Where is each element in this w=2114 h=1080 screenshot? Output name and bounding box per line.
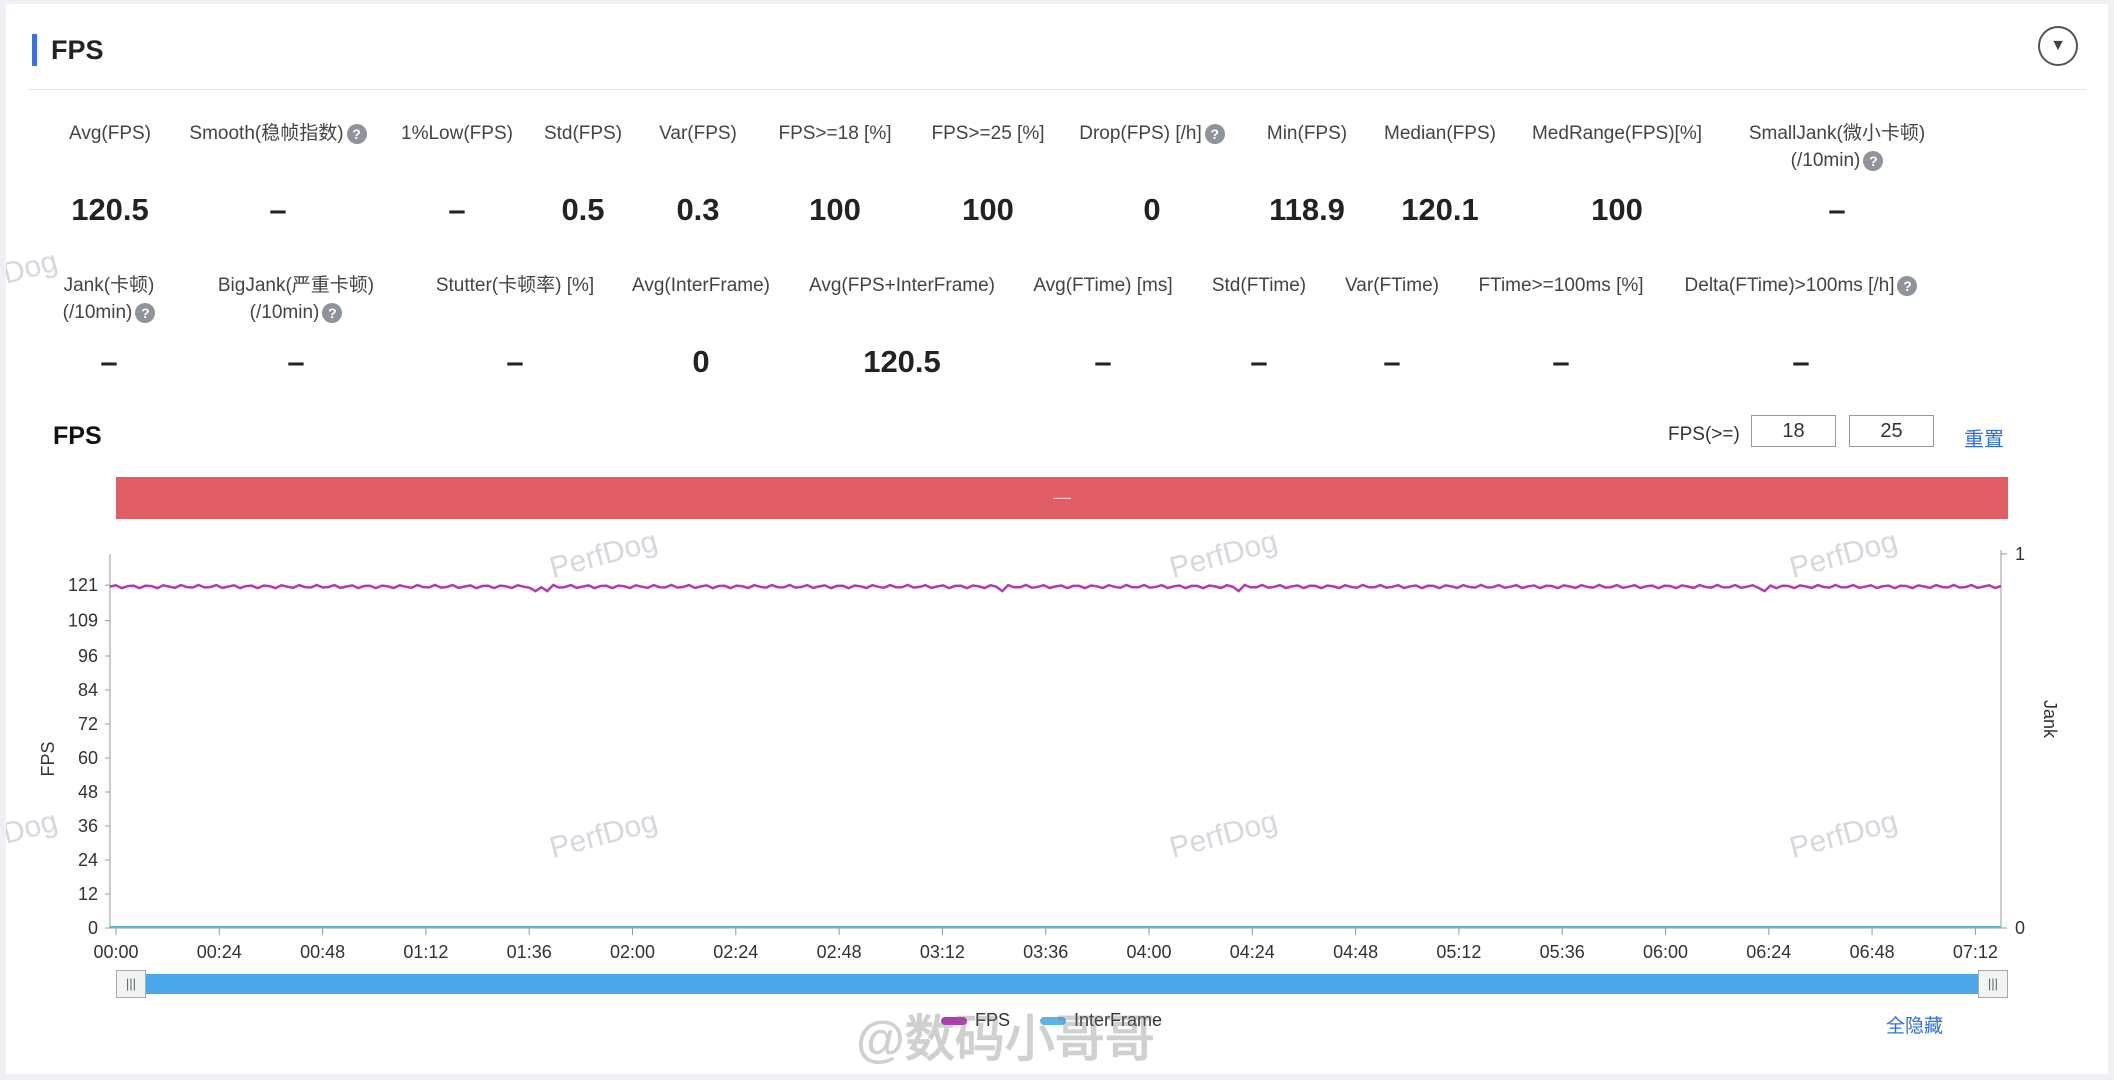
watermark-group: PerfDog PerfDog PerfDog PerfDog PerfDog PerfD… <box>6 245 1901 865</box>
x-tick-label: 03:36 <box>1023 942 1068 962</box>
y-axis-label: FPS <box>38 741 58 776</box>
x-tick-label: 05:36 <box>1540 942 1585 962</box>
x-tick-label: 05:12 <box>1436 942 1481 962</box>
x-tick-label: 01:36 <box>507 942 552 962</box>
y-tick-label: 36 <box>78 816 98 836</box>
watermark-text: PerfDog <box>1786 525 1901 585</box>
x-tick-label: 04:48 <box>1333 942 1378 962</box>
x-tick-label: 06:48 <box>1850 942 1895 962</box>
hide-all-link[interactable]: 全隐藏 <box>1886 1011 1943 1038</box>
fps-chart: PerfDog PerfDog PerfDog PerfDog PerfDog PerfD… <box>6 245 2060 962</box>
x-tick-label: 00:48 <box>300 942 345 962</box>
fps-panel: FPS ▼ Avg(FPS) 120.5 Smooth(稳帧指数)? –1%Low(F… <box>6 4 2108 1074</box>
y-tick-label: 109 <box>68 611 98 631</box>
y-tick-label: 84 <box>78 680 98 700</box>
watermark-text: PerfDog <box>546 525 661 585</box>
series-fps-line <box>109 583 2002 593</box>
x-tick-label: 02:00 <box>610 942 655 962</box>
time-range-slider[interactable]: ||| ||| <box>116 970 2008 998</box>
watermark-text: PerfDog <box>6 245 61 305</box>
slider-handle-left[interactable]: ||| <box>116 970 146 998</box>
x-tick-label: 02:48 <box>817 942 862 962</box>
slider-handle-right[interactable]: ||| <box>1978 970 2008 998</box>
x-tick-label: 07:12 <box>1953 942 1998 962</box>
x-tick-label: 04:00 <box>1126 942 1171 962</box>
x-tick-label: 01:12 <box>403 942 448 962</box>
x-tick-label: 06:00 <box>1643 942 1688 962</box>
watermark-text: PerfDog <box>546 805 661 865</box>
x-tick-label: 02:24 <box>713 942 758 962</box>
y-tick-label: 12 <box>78 884 98 904</box>
x-tick-label: 06:24 <box>1746 942 1791 962</box>
watermark-text: PerfDog <box>1166 525 1281 585</box>
y-tick-label: 96 <box>78 646 98 666</box>
y2-tick-label: 1 <box>2015 544 2025 564</box>
y2-axis-label: Jank <box>2040 700 2060 739</box>
y-tick-label: 0 <box>88 918 98 938</box>
watermark-text: PerfDog <box>1786 805 1901 865</box>
y-tick-label: 60 <box>78 748 98 768</box>
watermark-text: PerfDog <box>6 805 61 865</box>
x-ticks: 00:00 00:24 00:48 01:12 01:36 02:00 02:24 02:48… <box>93 928 1998 962</box>
y-tick-label: 24 <box>78 850 98 870</box>
y-tick-label: 121 <box>68 575 98 595</box>
y-ticks: 0 12 24 36 48 60 72 84 96 109 121 <box>68 575 110 938</box>
x-tick-label: 04:24 <box>1230 942 1275 962</box>
y2-ticks: 01 <box>2001 544 2025 938</box>
x-tick-label: 03:12 <box>920 942 965 962</box>
x-tick-label: 00:24 <box>197 942 242 962</box>
y-tick-label: 72 <box>78 714 98 734</box>
weibo-watermark: @数码小哥哥 <box>856 1011 1155 1067</box>
watermark-text: PerfDog <box>1166 805 1281 865</box>
y2-tick-label: 0 <box>2015 918 2025 938</box>
x-tick-label: 00:00 <box>93 942 138 962</box>
slider-track[interactable] <box>116 974 2008 994</box>
y-tick-label: 48 <box>78 782 98 802</box>
